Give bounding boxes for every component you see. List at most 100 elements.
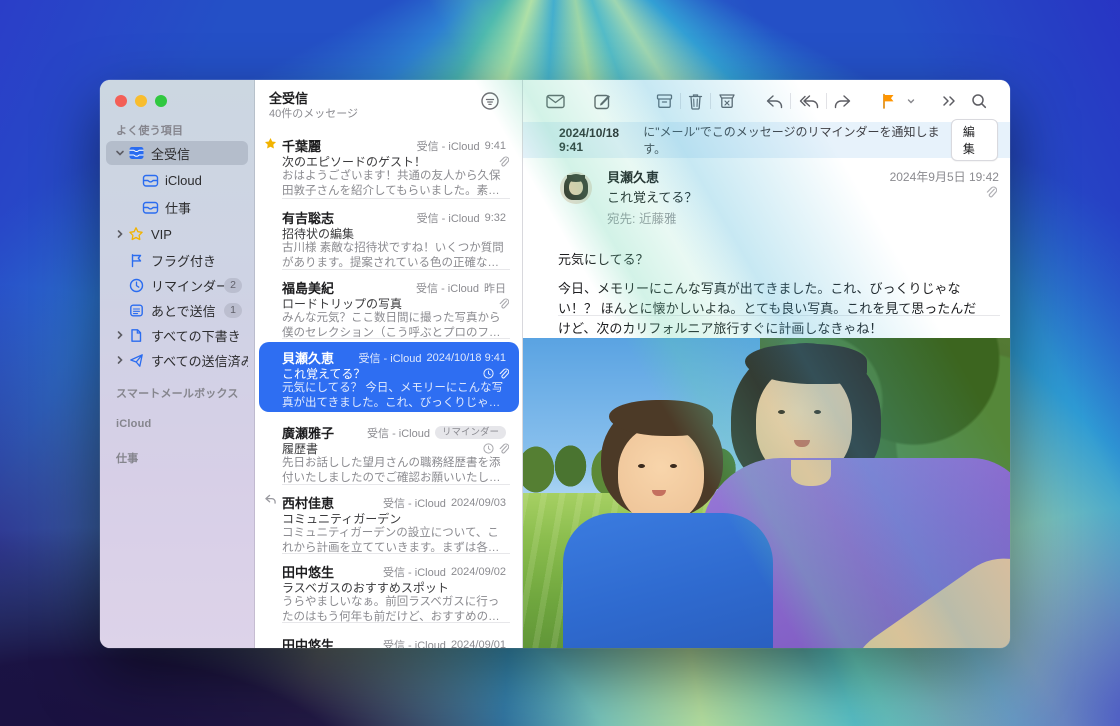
paperclip-icon — [498, 156, 509, 168]
sidebar-item-flagged[interactable]: フラグ付き — [106, 248, 248, 272]
reminder-badge: リマインダー — [435, 426, 506, 440]
sidebar-section-work: 仕事 — [116, 450, 138, 466]
photo-woman-neck — [791, 460, 831, 486]
photo-boy-shirt — [563, 513, 773, 648]
sidebar-item-all-sent[interactable]: すべての送信済み — [106, 348, 248, 372]
compose-icon[interactable] — [587, 88, 618, 114]
sidebar-item-icloud-inbox[interactable]: iCloud — [106, 168, 248, 192]
reminder-clock-icon — [483, 443, 494, 454]
sidebar-item-label: リマインダー — [151, 276, 224, 295]
message-subject: ラスベガスのおすすめスポット — [282, 579, 509, 596]
message-preview: 元気にしてる？ 今日、メモリーにこんな写真が出てきました。これ、びっくりじゃない… — [282, 381, 510, 411]
sidebar-item-label: VIP — [151, 227, 248, 242]
vip-star-icon — [264, 137, 277, 150]
recipient-line: 宛先: 近藤雅 — [607, 208, 676, 227]
message-header: 貝瀬久恵 これ覚えてる？ 宛先: 近藤雅 2024年9月5日 19:42 — [523, 158, 1010, 237]
toolbar — [523, 80, 1010, 122]
message-preview: コミュニティガーデンの設立について、これから計画を立てていきます。まずは各家庭の… — [282, 526, 510, 556]
flag-icon — [127, 253, 145, 268]
sidebar-item-label: iCloud — [165, 173, 248, 188]
reply-icon[interactable] — [758, 88, 790, 114]
badge-count: 2 — [224, 278, 242, 293]
message-date: 2024年9月5日 19:42 — [890, 168, 999, 185]
message-row[interactable]: 田中悠生 受信 - iCloud2024/09/01 — [255, 629, 523, 648]
junk-icon[interactable] — [711, 88, 743, 114]
minimize-button[interactable] — [135, 95, 147, 107]
flag-icon[interactable] — [874, 88, 903, 114]
paperclip-icon — [498, 298, 509, 310]
message-mailbox: 受信 - iCloud — [383, 495, 446, 511]
message-subject: これ覚えてる？ — [282, 365, 483, 382]
paperclip-icon — [985, 186, 997, 199]
message-preview: みんな元気？ここ数日間に撮った写真から僕のセレクション（こう呼ぶとプロのフォトグ… — [282, 311, 510, 341]
sidebar-item-label: 全受信 — [151, 144, 248, 163]
message-row[interactable]: 千葉麗 受信 - iCloud9:41 次のエピソードのゲスト！ おはようござい… — [255, 130, 523, 199]
chevron-right-icon[interactable] — [113, 328, 127, 342]
reminder-text: に"メール"でこのメッセージのリマインダーを通知します。 — [643, 123, 951, 157]
document-icon — [127, 328, 145, 343]
message-mailbox: 受信 - iCloud — [416, 280, 479, 296]
sidebar-item-label: すべての下書き — [151, 326, 248, 345]
filter-icon[interactable] — [480, 91, 500, 111]
message-time: 2024/09/01 — [451, 639, 506, 649]
message-list-header: 全受信 40件のメッセージ — [255, 80, 522, 124]
message-preview: 古川様 素敵な招待状ですね！いくつか質問があります。提案されている色の正確なカラ… — [282, 241, 510, 271]
message-subject: これ覚えてる？ — [607, 187, 697, 206]
message-subject: 招待状の編集 — [282, 225, 509, 242]
trash-icon[interactable] — [681, 88, 710, 114]
message-subject: 次のエピソードのゲスト！ — [282, 153, 498, 170]
desktop-wallpaper: よく使う項目 全受信 iCloud 仕事 — [0, 0, 1120, 726]
message-row[interactable]: 田中悠生 受信 - iCloud2024/09/02 ラスベガスのおすすめスポッ… — [255, 556, 523, 623]
photo-boy-face — [618, 426, 704, 524]
sidebar-item-all-inboxes[interactable]: 全受信 — [106, 141, 248, 165]
sender-avatar[interactable] — [560, 172, 592, 204]
message-time: 2024/09/02 — [451, 566, 506, 578]
sidebar-section-favorites: よく使う項目 — [116, 122, 183, 138]
get-mail-icon[interactable] — [539, 88, 572, 114]
search-icon[interactable] — [964, 88, 994, 114]
reply-all-icon[interactable] — [791, 88, 826, 114]
zoom-button[interactable] — [155, 95, 167, 107]
message-row[interactable]: 有吉聡志 受信 - iCloud9:32 招待状の編集 古川様 素敵な招待状です… — [255, 202, 523, 270]
sidebar-section-icloud: iCloud — [116, 418, 151, 430]
message-view: 2024/10/18 9:41に"メール"でこのメッセージのリマインダーを通知し… — [523, 80, 1010, 648]
message-list: 全受信 40件のメッセージ 千葉麗 受信 - iCloud9:41 次のエピソー… — [255, 80, 523, 648]
sidebar-item-work-inbox[interactable]: 仕事 — [106, 195, 248, 219]
close-button[interactable] — [115, 95, 127, 107]
message-mailbox: 受信 - iCloud — [417, 138, 480, 154]
sidebar-item-send-later[interactable]: あとで送信 1 — [106, 298, 248, 322]
forward-icon[interactable] — [827, 88, 859, 114]
send-later-icon — [127, 303, 145, 318]
sidebar-item-all-drafts[interactable]: すべての下書き — [106, 323, 248, 347]
flag-menu-chevron-icon[interactable] — [903, 96, 919, 106]
message-row[interactable]: 廣瀬雅子 受信 - iCloudリマインダー 履歴書 先日お話しした望月さんの職… — [255, 417, 523, 485]
archive-icon[interactable] — [649, 88, 680, 114]
paper-plane-icon — [127, 353, 145, 368]
message-preview: うらやましいなぁ。前回ラスベガスに行ったのはもう何年も前だけど、おすすめのスポッ… — [282, 595, 510, 625]
reminder-clock-icon — [483, 368, 494, 379]
inbox-icon — [141, 173, 159, 188]
chevron-right-icon[interactable] — [113, 227, 127, 241]
star-icon — [127, 226, 145, 242]
sidebar-section-smart-mailboxes: スマートメールボックス — [116, 385, 239, 401]
message-row-selected[interactable]: 貝瀬久恵 受信 - iCloud2024/10/18 9:41 これ覚えてる？ … — [259, 342, 519, 412]
message-mailbox: 受信 - iCloud — [367, 425, 430, 441]
replied-arrow-icon — [264, 494, 277, 505]
sidebar-item-vip[interactable]: VIP — [106, 222, 248, 246]
sidebar: よく使う項目 全受信 iCloud 仕事 — [100, 80, 255, 648]
message-row[interactable]: 西村佳恵 受信 - iCloud2024/09/03 コミュニティガーデン コミ… — [255, 487, 523, 554]
badge-count: 1 — [224, 303, 242, 318]
message-subject: ロードトリップの写真 — [282, 295, 498, 312]
edit-reminder-button[interactable]: 編集 — [951, 119, 998, 161]
more-toolbar-icon[interactable] — [934, 88, 964, 114]
message-row[interactable]: 福島美紀 受信 - iCloud昨日 ロードトリップの写真 みんな元気？ここ数日… — [255, 272, 523, 339]
sidebar-item-label: あとで送信 — [151, 301, 224, 320]
chevron-down-icon[interactable] — [113, 146, 127, 160]
message-count: 40件のメッセージ — [269, 105, 358, 121]
sidebar-item-reminders[interactable]: リマインダー 2 — [106, 273, 248, 297]
photo-attachment[interactable] — [523, 338, 1010, 648]
to-label: 宛先: — [607, 212, 635, 226]
message-time: 9:32 — [485, 212, 506, 224]
chevron-right-icon[interactable] — [113, 353, 127, 367]
message-preview: 先日お話しした望月さんの職務経歴書を添付いたしましたのでご確認お願いいたします。… — [282, 456, 510, 486]
